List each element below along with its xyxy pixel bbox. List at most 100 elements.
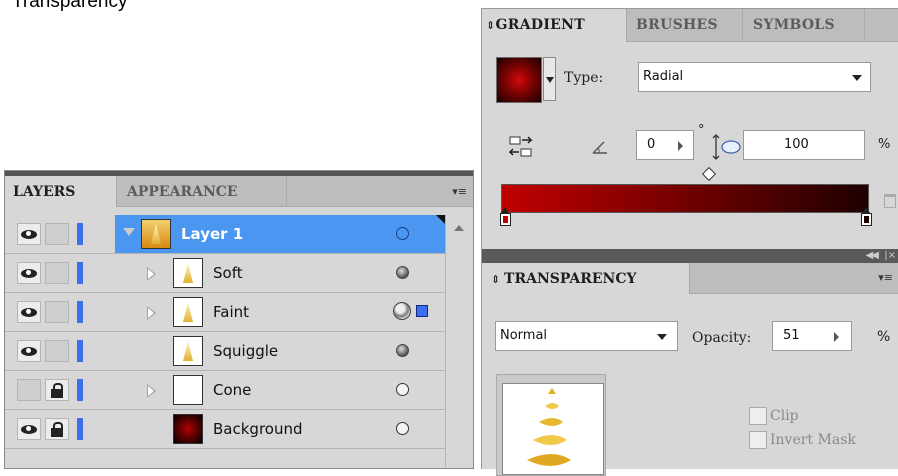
layer-row[interactable]: Soft (5, 254, 445, 293)
chevron-right-icon[interactable] (834, 332, 839, 342)
figure-icon (151, 224, 161, 244)
target-circle-icon[interactable] (396, 422, 409, 435)
chevron-right-icon[interactable] (678, 141, 683, 151)
selection-indicator[interactable] (416, 305, 428, 317)
tab-appearance[interactable]: APPEARANCE (117, 176, 287, 207)
visibility-toggle[interactable] (17, 379, 41, 401)
aspect-ratio-input[interactable]: 100 (743, 130, 865, 160)
blend-mode-select[interactable]: Normal (495, 321, 678, 351)
reverse-gradient-icon[interactable] (509, 136, 537, 158)
invert-mask-label: Invert Mask (770, 432, 856, 448)
stop-swatch (500, 213, 511, 226)
expand-triangle-icon[interactable] (147, 306, 156, 320)
gradient-slider-bar[interactable] (501, 184, 869, 213)
tab-transparency[interactable]: ⇕ TRANSPARENCY (482, 263, 690, 294)
clip-option[interactable]: Clip (749, 407, 799, 425)
angle-value: 0 (647, 137, 656, 152)
tab-gradient[interactable]: ⇕GRADIENT (482, 9, 627, 42)
layer-thumbnail (173, 414, 203, 444)
figure-icon (183, 341, 193, 361)
layer-name: Squiggle (213, 342, 279, 360)
delete-stop-icon[interactable] (884, 194, 896, 208)
layer-row[interactable]: Cone (5, 371, 445, 410)
layer-name: Soft (213, 264, 243, 282)
opacity-input[interactable]: 51 (772, 321, 852, 351)
invert-mask-option[interactable]: Invert Mask (749, 431, 856, 449)
tab-symbols[interactable]: SYMBOLS (743, 9, 865, 41)
midpoint-slider[interactable] (701, 166, 717, 182)
chevron-down-icon (852, 75, 862, 81)
panel-menu-icon[interactable]: ▾≡ (878, 271, 893, 284)
collapse-panels-icon[interactable]: ◀◀ (866, 250, 879, 261)
lock-toggle[interactable] (45, 262, 69, 284)
angle-icon (592, 141, 607, 154)
type-select-value: Radial (643, 69, 684, 84)
target-circle-icon[interactable] (396, 383, 409, 396)
transparency-panel: ◀◀ |× ⇕ TRANSPARENCY ▾≡ Normal Opacity: … (481, 249, 898, 476)
invert-mask-checkbox[interactable] (749, 431, 767, 449)
stop-swatch (861, 213, 872, 226)
target-circle-icon[interactable] (396, 266, 409, 279)
layer-row[interactable]: Faint (5, 293, 445, 332)
visibility-eye-icon[interactable] (17, 301, 41, 323)
visibility-eye-icon[interactable] (17, 223, 41, 245)
tab-layers[interactable]: LAYERS (5, 176, 117, 207)
layer-name: Layer 1 (181, 225, 244, 243)
close-panel-icon[interactable]: |× (884, 250, 896, 261)
scroll-up-icon[interactable] (454, 225, 464, 231)
expand-triangle-icon[interactable] (147, 384, 156, 398)
type-select[interactable]: Radial (638, 62, 871, 92)
opacity-percent: % (877, 329, 891, 345)
gradient-stop-end[interactable] (861, 207, 872, 227)
layer-thumbnail (141, 219, 171, 249)
clip-checkbox[interactable] (749, 407, 767, 425)
expand-triangle-icon[interactable] (147, 267, 156, 281)
layer-color-bar (77, 340, 83, 362)
figure-icon (183, 263, 193, 283)
lock-icon[interactable] (45, 418, 69, 440)
layers-tabbar: LAYERS APPEARANCE ▾≡ (5, 176, 473, 207)
swatch-dropdown-button[interactable] (543, 57, 556, 101)
tab-brushes[interactable]: BRUSHES (627, 9, 743, 41)
visibility-eye-icon[interactable] (17, 340, 41, 362)
layer-name: Background (213, 420, 303, 438)
target-circle-icon[interactable] (396, 344, 409, 357)
layer-name: Cone (213, 381, 252, 399)
tab-transparency-label: TRANSPARENCY (504, 271, 637, 287)
lock-toggle[interactable] (45, 340, 69, 362)
layer-thumbnail (173, 297, 203, 327)
layers-scrollbar[interactable] (445, 215, 472, 467)
gradient-panel: ⇕GRADIENT BRUSHES SYMBOLS Type: Radial 0… (481, 8, 898, 249)
collapse-icon[interactable]: ⇕ (491, 273, 504, 286)
tab-gradient-label: GRADIENT (495, 17, 585, 33)
figure-icon (183, 302, 193, 322)
clip-label: Clip (770, 408, 799, 424)
panel-header-strip: ◀◀ |× (482, 249, 898, 263)
layer-row[interactable]: Layer 1 (5, 215, 445, 254)
layer-row[interactable]: Background (5, 410, 445, 449)
target-circle-icon[interactable] (396, 227, 409, 240)
percent-label: % (878, 137, 891, 152)
collapse-icon[interactable]: ⇕ (486, 19, 496, 32)
layer-color-bar (77, 262, 83, 284)
expand-triangle-icon[interactable] (123, 228, 135, 236)
visibility-eye-icon[interactable] (17, 262, 41, 284)
lock-icon[interactable] (45, 379, 69, 401)
lock-toggle[interactable] (45, 301, 69, 323)
target-circle-icon[interactable] (393, 302, 411, 320)
layer-color-bar (77, 418, 83, 440)
stop-color (864, 216, 869, 223)
transparency-tabbar: ⇕ TRANSPARENCY ▾≡ (482, 263, 898, 294)
angle-input[interactable]: 0 (636, 130, 694, 160)
panel-menu-icon[interactable]: ▾≡ (452, 185, 467, 198)
layer-row[interactable]: Squiggle (5, 332, 445, 371)
visibility-eye-icon[interactable] (17, 418, 41, 440)
layer-color-bar (77, 223, 83, 245)
caption-text: Transparency (12, 0, 128, 12)
gradient-stop-start[interactable] (500, 207, 511, 227)
layers-list: Layer 1 Soft Faint Squiggle Cone Backgro… (5, 215, 445, 449)
artwork-thumbnail[interactable] (502, 383, 604, 475)
layer-name: Faint (213, 303, 249, 321)
lock-toggle[interactable] (45, 223, 69, 245)
gradient-swatch[interactable] (496, 57, 542, 103)
